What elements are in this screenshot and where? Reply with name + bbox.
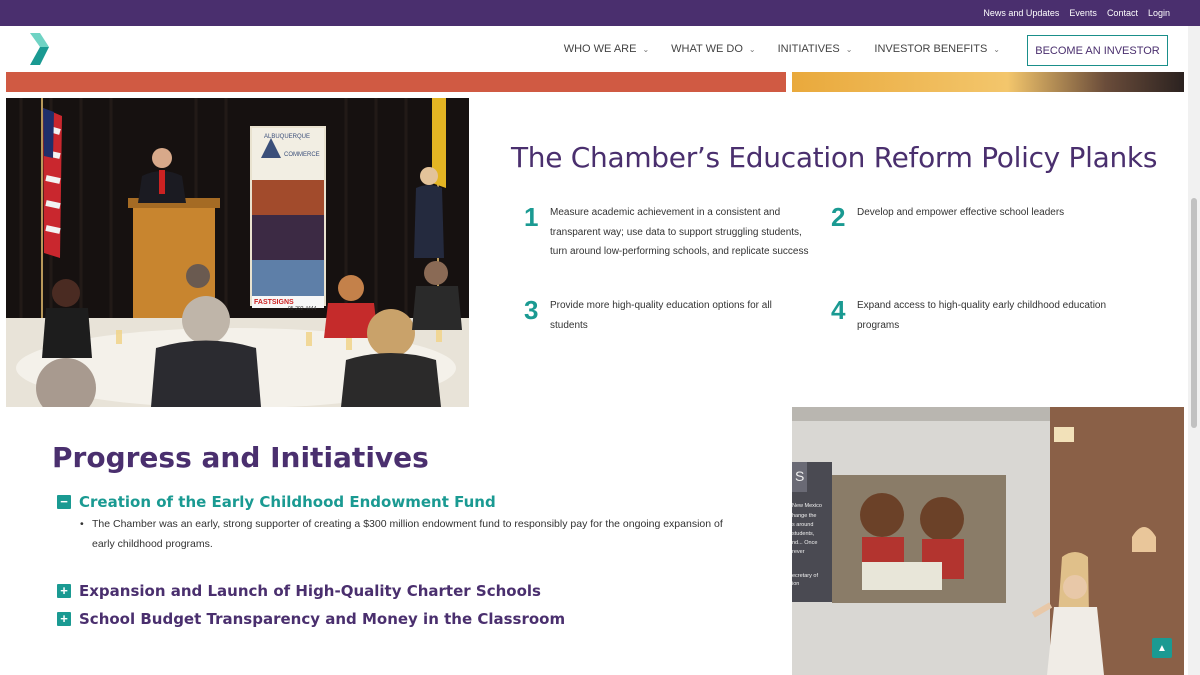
become-investor-button[interactable]: BECOME AN INVESTOR xyxy=(1027,35,1168,66)
nav-investor-benefits[interactable]: INVESTOR BENEFITS ⌄ xyxy=(874,43,1000,55)
nav-label: WHAT WE DO xyxy=(671,43,743,55)
expand-plus-icon[interactable]: + xyxy=(57,612,71,626)
presentation-photo-illustration: S New Mexico hange the s around students… xyxy=(792,407,1184,675)
topbar-link-login[interactable]: Login xyxy=(1148,8,1170,18)
banner-top-text: ALBUQUERQUE xyxy=(264,134,310,140)
main-nav: WHO WE ARE ⌄ WHAT WE DO ⌄ INITIATIVES ⌄ INV… xyxy=(564,26,1000,72)
plank-text: Measure academic achievement in a consis… xyxy=(550,207,809,257)
plank-number: 3 xyxy=(524,295,539,325)
slide-footer: ecretary of xyxy=(792,573,818,579)
slide-mark: S xyxy=(795,468,804,484)
slide-line: nd... Once xyxy=(792,540,817,546)
banner-phone-text: 05-292-4444 xyxy=(288,306,317,312)
nav-who-we-are[interactable]: WHO WE ARE ⌄ xyxy=(564,43,649,55)
accordion-label: Expansion and Launch of High-Quality Cha… xyxy=(79,582,541,600)
accordion-early-childhood[interactable]: − Creation of the Early Childhood Endowm… xyxy=(57,493,496,511)
plank-item: 3 Provide more high-quality education op… xyxy=(524,296,814,335)
plank-text: Develop and empower effective school lea… xyxy=(857,207,1065,218)
event-photo-illustration: ALBUQUERQUE COMMERCE FASTSIGNS 05-292-44… xyxy=(6,98,469,407)
slide-footer: ion xyxy=(792,581,799,587)
plank-number: 1 xyxy=(524,202,539,232)
scroll-to-top-icon[interactable]: ▲ xyxy=(1152,638,1172,658)
slide-line: students, xyxy=(792,531,815,537)
plank-text: Expand access to high-quality early chil… xyxy=(857,300,1107,331)
chevron-down-icon: ⌄ xyxy=(642,44,650,54)
progress-title: Progress and Initiatives xyxy=(52,441,429,474)
plank-number: 4 xyxy=(831,295,846,325)
plank-item: 1 Measure academic achievement in a cons… xyxy=(524,203,814,262)
presentation-photo: S New Mexico hange the s around students… xyxy=(792,407,1184,675)
accordion-body: • The Chamber was an early, strong suppo… xyxy=(80,514,732,554)
plank-item: 2 Develop and empower effective school l… xyxy=(831,203,1131,231)
event-photo-speaker: ALBUQUERQUE COMMERCE FASTSIGNS 05-292-44… xyxy=(6,98,469,407)
top-utility-bar: News and Updates Events Contact Login xyxy=(0,0,1200,26)
expand-plus-icon[interactable]: + xyxy=(57,584,71,598)
chevron-down-icon: ⌄ xyxy=(993,44,1000,54)
topbar-link-contact[interactable]: Contact xyxy=(1107,8,1138,18)
nav-label: INVESTOR BENEFITS xyxy=(874,43,988,55)
plank-text: Provide more high-quality education opti… xyxy=(550,300,772,331)
main-header: WHO WE ARE ⌄ WHAT WE DO ⌄ INITIATIVES ⌄ INV… xyxy=(0,26,1188,72)
nav-initiatives[interactable]: INITIATIVES ⌄ xyxy=(778,43,853,55)
collapse-minus-icon[interactable]: − xyxy=(57,495,71,509)
banner-sign-text: FASTSIGNS xyxy=(254,299,294,306)
nav-label: WHO WE ARE xyxy=(563,43,637,55)
bullet-icon: • xyxy=(80,518,84,530)
slide-line: rever xyxy=(792,549,805,555)
accordion-budget-transparency[interactable]: + School Budget Transparency and Money i… xyxy=(57,610,565,628)
slide-line: s around xyxy=(792,522,813,528)
banner-mid-text: COMMERCE xyxy=(284,152,320,158)
chevron-down-icon: ⌄ xyxy=(748,44,756,54)
page-scrollbar[interactable] xyxy=(1188,26,1200,675)
nav-what-we-do[interactable]: WHAT WE DO ⌄ xyxy=(671,43,755,55)
slide-line: New Mexico xyxy=(792,503,822,509)
chevron-down-icon: ⌄ xyxy=(845,44,853,54)
previous-section-photo-edge xyxy=(792,72,1184,92)
nav-label: INITIATIVES xyxy=(777,43,840,55)
accordion-label: School Budget Transparency and Money in … xyxy=(79,610,566,628)
scrollbar-thumb[interactable] xyxy=(1191,198,1197,428)
previous-section-red-band xyxy=(6,72,786,92)
topbar-link-news[interactable]: News and Updates xyxy=(983,8,1059,18)
accordion-label: Creation of the Early Childhood Endowmen… xyxy=(79,493,496,511)
slide-line: hange the xyxy=(792,513,816,519)
plank-number: 2 xyxy=(831,202,846,232)
topbar-link-events[interactable]: Events xyxy=(1069,8,1097,18)
accordion-body-text: The Chamber was an early, strong support… xyxy=(92,518,723,550)
plank-item: 4 Expand access to high-quality early ch… xyxy=(831,296,1131,335)
policy-title: The Chamber’s Education Reform Policy Pl… xyxy=(511,141,1158,174)
chevron-logo-icon[interactable] xyxy=(28,33,50,65)
accordion-charter-schools[interactable]: + Expansion and Launch of High-Quality C… xyxy=(57,582,541,600)
